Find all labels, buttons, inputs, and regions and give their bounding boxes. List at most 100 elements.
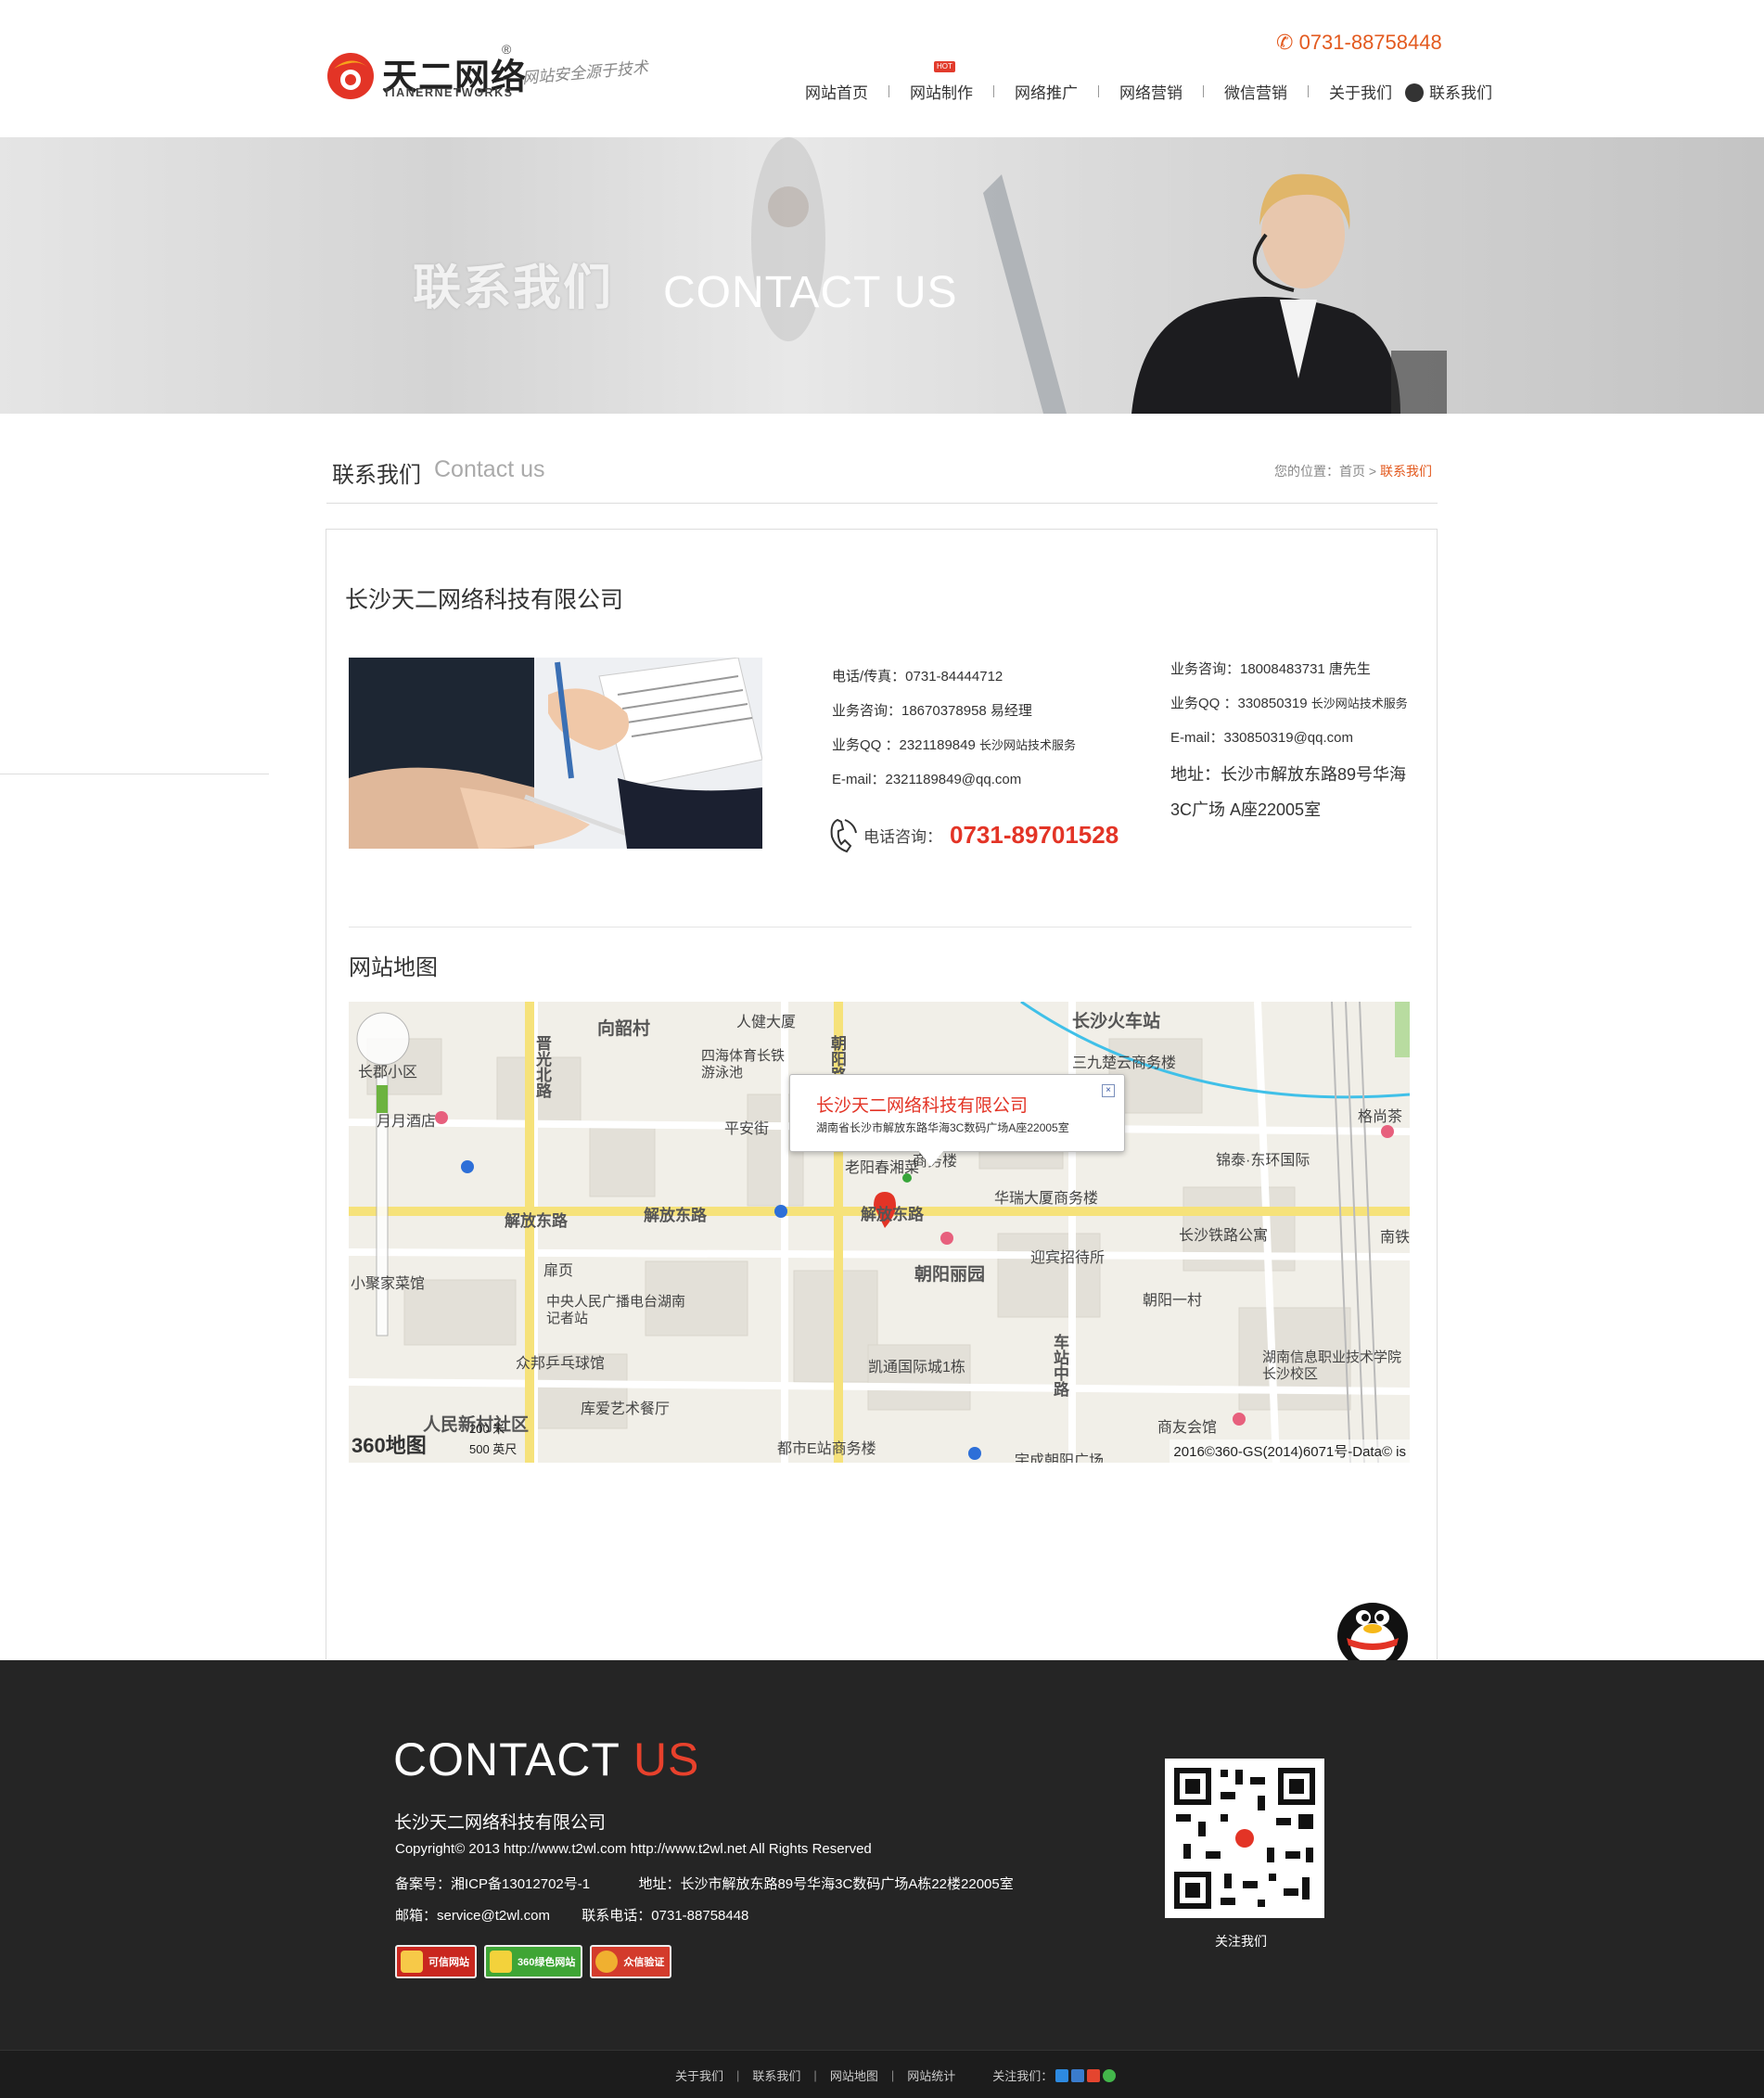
business-qq: 业务QQ ：2321189849 长沙网站技术服务 <box>832 737 1076 753</box>
map-brand[interactable]: 360地图 <box>352 1429 427 1459</box>
nav-item-home[interactable]: 网站首页 <box>805 80 868 103</box>
nav-item-marketing[interactable]: 网络营销 <box>1119 80 1182 103</box>
360-green-badge[interactable]: 360绿色网站 <box>484 1945 583 1978</box>
address: 地址：长沙市解放东路89号华海3C广场 A座22005室 <box>1170 765 1407 819</box>
shield-icon <box>401 1951 423 1973</box>
seal-icon <box>595 1951 619 1973</box>
banner-title-en: CONTACT US <box>663 268 958 317</box>
page-subtitle: Contact us <box>434 456 545 482</box>
bottom-link-stats[interactable]: 网站统计 <box>907 2066 955 2084</box>
qq-chat-icon[interactable] <box>1328 1592 1417 1669</box>
breadcrumb-home[interactable]: 首页 <box>1339 464 1365 479</box>
popup-address: 湖南省长沙市解放东路华海3C数码广场A座22005室 <box>816 1121 1069 1134</box>
map-label: 解放东路 <box>861 1206 924 1223</box>
plus-icon <box>490 1951 512 1973</box>
map-label: 锦泰·东环国际 <box>1216 1153 1310 1169</box>
map[interactable]: 向韶村 人健大厦 长沙火车站 四海体育长铁游泳池 三九楚云商务楼 长郡小区 月月… <box>349 1002 1410 1463</box>
popup-title: 长沙天二网络科技有限公司 <box>816 1096 1029 1116</box>
registered-mark: ® <box>502 42 512 57</box>
phone-icon: ✆ <box>1276 31 1294 54</box>
divider <box>326 503 1438 504</box>
logo-icon[interactable] <box>325 50 377 102</box>
map-label: 人健大厦 <box>736 1015 797 1030</box>
star-share-icon[interactable] <box>1071 2068 1085 2082</box>
footer-copyright: Copyright© 2013 http://www.t2wl.com http… <box>395 1841 872 1857</box>
breadcrumb-current: 联系我们 <box>1379 464 1432 479</box>
nav-item-contact[interactable]: 联系我们 <box>1405 80 1492 103</box>
email[interactable]: E-mail：330850319@qq.com <box>1170 721 1408 755</box>
map-label: 都市E站商务楼 <box>777 1441 876 1457</box>
map-heading: 网站地图 <box>349 955 438 980</box>
map-label: 解放东路 <box>644 1207 707 1224</box>
banner-title-cn: 联系我们 <box>413 262 614 315</box>
map-label: 格尚茶 <box>1358 1109 1403 1125</box>
link-separator: | <box>736 2068 740 2082</box>
company-name: 长沙天二网络科技有限公司 <box>345 587 624 613</box>
map-label: 长郡小区 <box>358 1065 418 1081</box>
follow-label: 关注我们： <box>992 2069 1054 2083</box>
close-icon[interactable]: × <box>1102 1084 1115 1097</box>
qr-code <box>1165 1759 1324 1918</box>
business-photo <box>349 658 762 849</box>
map-info-popup[interactable]: 长沙天二网络科技有限公司 湖南省长沙市解放东路华海3C数码广场A座22005室 … <box>789 1074 1125 1152</box>
map-copyright: 2016©360-GS(2014)6071号-Data© is <box>1170 1439 1410 1463</box>
map-scale: 200 米 <box>469 1422 505 1436</box>
map-label: 中央人民广播电台湖南记者站 <box>546 1294 686 1326</box>
map-label: 库爱艺术餐厅 <box>581 1401 671 1417</box>
map-label: 三九楚云商务楼 <box>1072 1055 1177 1071</box>
bottom-links: 关于我们 | 联系我们 | 网站地图 | 网站统计 关注我们： <box>675 2066 1117 2084</box>
bottom-link-sitemap[interactable]: 网站地图 <box>830 2066 878 2084</box>
footer-icp: 备案号：湘ICP备13012702号-1 地址：长沙市解放东路89号华海3C数码… <box>395 1876 1014 1892</box>
map-label: 长沙火车站 <box>1072 1012 1161 1031</box>
map-label: 朝阳一村 <box>1143 1293 1203 1309</box>
map-scale: 500 英尺 <box>469 1442 518 1456</box>
business-contact: 业务咨询：18670378958 易经理 <box>832 703 1032 719</box>
map-label: 华瑞大厦商务楼 <box>994 1191 1099 1207</box>
user-icon <box>1405 83 1424 102</box>
footer-heading: CONTACT US <box>393 1733 700 1785</box>
footer <box>0 1660 1764 2050</box>
nav-separator <box>1203 85 1204 97</box>
verified-badge[interactable]: 众信验证 <box>590 1945 672 1978</box>
business-qq: 业务QQ ：330850319 长沙网站技术服务 <box>1170 696 1408 711</box>
map-label: 朝阳丽园 <box>914 1265 986 1285</box>
map-label: 迎宾招待所 <box>1030 1250 1106 1266</box>
hotline-label: 电话咨询： <box>863 827 942 846</box>
nav-item-about[interactable]: 关于我们 <box>1329 80 1392 103</box>
map-label: 宇成朝阳广场 <box>1015 1453 1105 1463</box>
qzone-share-icon[interactable] <box>1055 2068 1069 2082</box>
map-label: 向韶村 <box>597 1019 651 1039</box>
banner: 联系我们 CONTACT US <box>0 137 1764 414</box>
qr-caption: 关注我们 <box>1215 1934 1267 1949</box>
breadcrumb-separator: > <box>1365 464 1380 479</box>
trust-badges: 可信网站 360绿色网站 众信验证 <box>395 1945 672 1978</box>
map-label: 凯通国际城1栋 <box>868 1360 965 1375</box>
map-label: 解放东路 <box>505 1212 568 1230</box>
contact-column-2: 业务咨询：18008483731 唐先生 业务QQ ：330850319 长沙网… <box>1170 652 1408 755</box>
nav-item-wechat[interactable]: 微信营销 <box>1224 80 1287 103</box>
breadcrumb: 您的位置：首页 > 联系我们 <box>1274 462 1432 480</box>
wechat-share-icon[interactable] <box>1103 2068 1117 2082</box>
map-label: 长沙铁路公寓 <box>1179 1228 1269 1244</box>
weibo-share-icon[interactable] <box>1087 2068 1101 2082</box>
popup-pointer <box>918 1150 944 1167</box>
trusted-site-badge[interactable]: 可信网站 <box>395 1945 477 1978</box>
bottom-link-about[interactable]: 关于我们 <box>675 2066 723 2084</box>
map-label: 晋光北路 <box>533 1035 551 1098</box>
bottom-link-contact[interactable]: 联系我们 <box>752 2066 800 2084</box>
map-label: 南铁 <box>1380 1230 1410 1246</box>
map-label: 平安街 <box>724 1121 770 1137</box>
page-title: 联系我们 <box>332 463 421 488</box>
footer-company: 长沙天二网络科技有限公司 <box>394 1813 607 1833</box>
main-nav: 网站首页 HOT 网站制作 网络推广 网络营销 微信营销 关于我们 联系我们 <box>805 61 1492 103</box>
map-label: 商友会馆 <box>1157 1420 1218 1436</box>
contact-column-1: 电话/传真：0731-84444712 业务咨询：18670378958 易经理… <box>832 659 1076 797</box>
nav-item-web-design[interactable]: HOT 网站制作 <box>910 61 973 103</box>
business-contact: 业务咨询：18008483731 唐先生 <box>1170 661 1371 677</box>
nav-separator <box>888 85 889 97</box>
hotline-number: 0731-89701528 <box>950 820 1119 849</box>
map-label: 车站中路 <box>1051 1334 1068 1397</box>
footer-contact: 邮箱：service@t2wl.com 联系电话：0731-88758448 <box>395 1908 749 1924</box>
nav-item-promotion[interactable]: 网络推广 <box>1015 80 1078 103</box>
email[interactable]: E-mail：2321189849@qq.com <box>832 762 1076 797</box>
